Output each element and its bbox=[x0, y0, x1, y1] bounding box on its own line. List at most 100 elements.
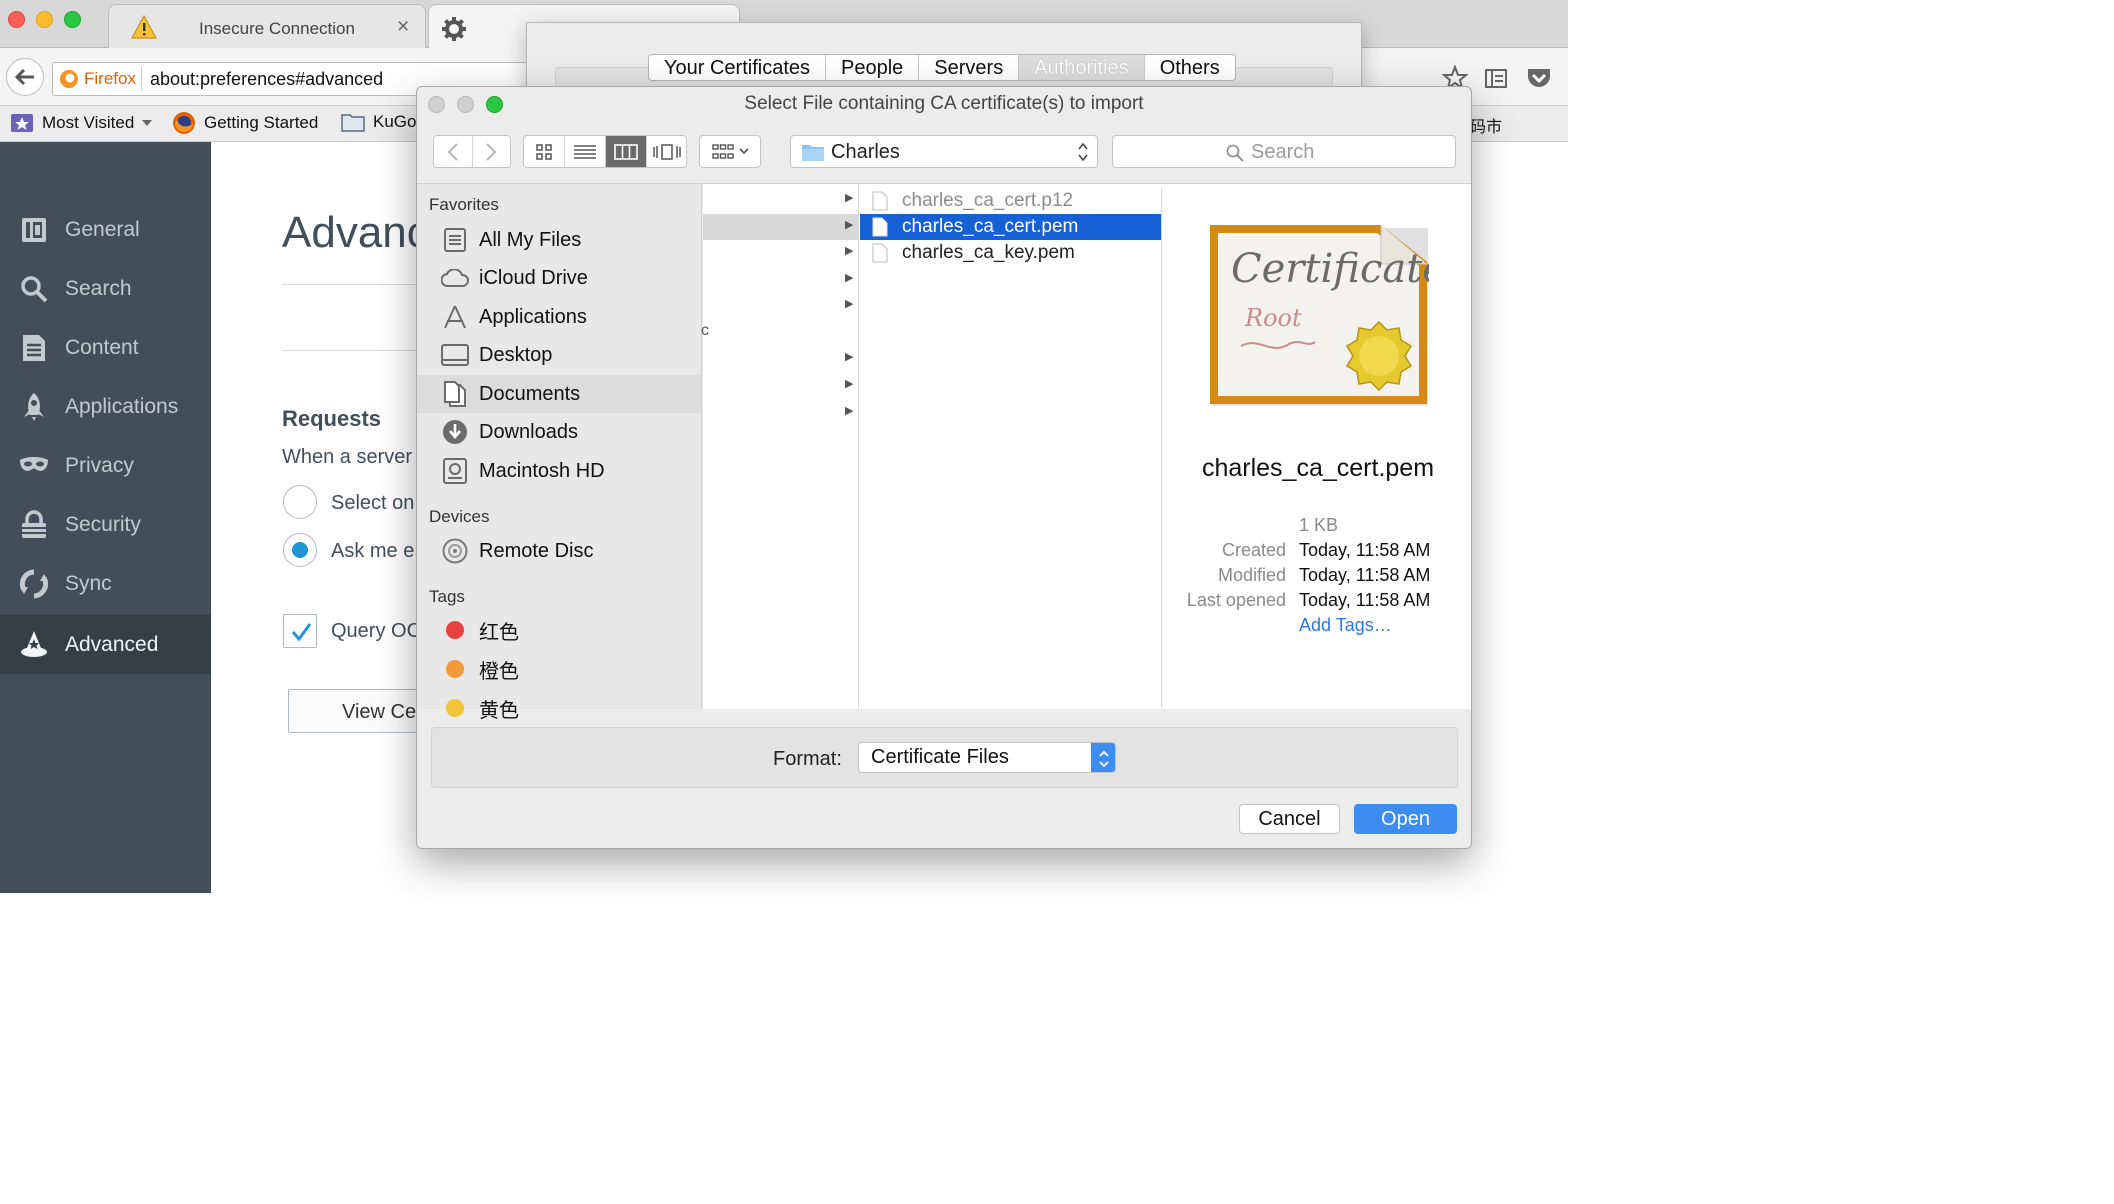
firefox-logo-icon bbox=[173, 112, 195, 134]
file-row[interactable]: charles_ca_key.pem bbox=[860, 240, 1161, 266]
bookmark-overflow-label[interactable]: 码市 bbox=[1470, 113, 1502, 137]
desktop-icon bbox=[441, 344, 469, 366]
bookmark-folder-kugo[interactable]: KuGo bbox=[341, 112, 416, 132]
chevron-left-icon bbox=[447, 142, 458, 161]
sidebar-item-privacy[interactable]: Privacy bbox=[0, 436, 211, 495]
cancel-button[interactable]: Cancel bbox=[1239, 804, 1340, 834]
format-select[interactable]: Certificate Files bbox=[858, 742, 1116, 773]
format-label: Format: bbox=[773, 748, 842, 770]
location-popup[interactable]: Charles bbox=[790, 135, 1098, 168]
content-icon bbox=[23, 334, 45, 361]
parent-column[interactable]: c ▶ ▶ ▶ ▶ ▶ ▶ ▶ ▶ bbox=[701, 184, 859, 710]
sidebar-tag-red[interactable]: 红色 bbox=[417, 611, 701, 649]
sync-icon bbox=[19, 569, 49, 598]
dialog-title: Select File containing CA certificate(s)… bbox=[744, 93, 1144, 114]
bookmark-getting-started[interactable]: Getting Started bbox=[172, 111, 318, 135]
sidebar-item-applications[interactable]: Applications bbox=[417, 298, 701, 336]
radio-select-automatically[interactable] bbox=[283, 485, 317, 519]
sidebar-item-label: Macintosh HD bbox=[479, 459, 605, 482]
sidebar-item-sync[interactable]: Sync bbox=[0, 554, 211, 613]
general-icon bbox=[22, 217, 46, 242]
arrange-menu-button[interactable] bbox=[699, 135, 761, 168]
charles-folder-column: charles_ca_cert.p12 charles_ca_cert.pem … bbox=[860, 188, 1162, 708]
sidebar-item-remote-disc[interactable]: Remote Disc bbox=[417, 532, 701, 570]
sidebar-item-general[interactable]: General bbox=[0, 200, 211, 259]
checkmark-icon bbox=[291, 623, 312, 642]
disclosure-arrow-icon: ▶ bbox=[845, 272, 854, 284]
grid-icon bbox=[536, 143, 552, 160]
sidebar-item-label: Sync bbox=[65, 571, 112, 595]
url-text[interactable]: about:preferences#advanced bbox=[150, 69, 383, 90]
file-row[interactable]: charles_ca_cert.p12 bbox=[860, 188, 1161, 214]
sidebar-item-search[interactable]: Search bbox=[0, 259, 211, 318]
sidebar-item-advanced[interactable]: Advanced bbox=[0, 615, 211, 674]
file-row-selected[interactable]: charles_ca_cert.pem bbox=[860, 214, 1161, 240]
column-view-button[interactable] bbox=[606, 136, 647, 167]
tab-authorities[interactable]: Authorities bbox=[1019, 55, 1145, 80]
meta-opened-value: Today, 11:58 AM bbox=[1299, 590, 1431, 610]
sidebar-item-desktop[interactable]: Desktop bbox=[417, 336, 701, 374]
format-select-stepper[interactable] bbox=[1091, 743, 1115, 772]
updown-chevron-icon bbox=[1078, 142, 1088, 162]
tab-people[interactable]: People bbox=[826, 55, 920, 80]
file-name: charles_ca_key.pem bbox=[902, 242, 1075, 263]
checkbox-query-ocsp[interactable] bbox=[283, 614, 317, 648]
coverflow-view-button[interactable] bbox=[647, 136, 686, 167]
nav-forward-button[interactable] bbox=[473, 136, 511, 167]
folder-icon bbox=[341, 114, 365, 132]
parent-selected-row[interactable] bbox=[703, 214, 859, 240]
requests-heading: Requests bbox=[282, 406, 382, 431]
meta-opened-label: Last opened bbox=[1186, 590, 1286, 610]
coverflow-icon bbox=[652, 143, 681, 160]
disclosure-arrow-icon: ▶ bbox=[845, 192, 854, 204]
checkbox-label: Query OC bbox=[331, 620, 422, 642]
sidebar-tag-yellow[interactable]: 黄色 bbox=[417, 689, 701, 727]
tab-insecure-connection[interactable]: Insecure Connection × bbox=[108, 4, 426, 48]
tab-others[interactable]: Others bbox=[1145, 55, 1235, 80]
search-field[interactable]: Search bbox=[1112, 135, 1456, 168]
tab-close-icon[interactable]: × bbox=[397, 15, 409, 39]
dialog-sidebar: Favorites All My Files iCloud Drive Appl… bbox=[417, 183, 702, 722]
sidebar-item-icloud-drive[interactable]: iCloud Drive bbox=[417, 259, 701, 297]
sidebar-item-label: Remote Disc bbox=[479, 539, 594, 562]
back-button[interactable] bbox=[6, 58, 44, 96]
tags-heading: Tags bbox=[429, 587, 465, 606]
sidebar-item-downloads[interactable]: Downloads bbox=[417, 413, 701, 451]
sidebar-item-applications[interactable]: Applications bbox=[0, 377, 211, 436]
sidebar-item-security[interactable]: Security bbox=[0, 495, 211, 554]
sidebar-item-label: Advanced bbox=[65, 632, 159, 656]
preview-size: 1 KB bbox=[1299, 515, 1339, 535]
sidebar-item-label: Privacy bbox=[65, 453, 134, 477]
bookmarks-menu-icon[interactable] bbox=[1484, 67, 1508, 89]
sidebar-item-macintosh-hd[interactable]: Macintosh HD bbox=[417, 452, 701, 490]
sidebar-item-label: Documents bbox=[479, 382, 581, 405]
disclosure-arrow-icon: ▶ bbox=[845, 351, 854, 363]
sidebar-item-content[interactable]: Content bbox=[0, 318, 211, 377]
pocket-icon[interactable] bbox=[1526, 66, 1552, 90]
zoom-window-button[interactable] bbox=[64, 11, 81, 28]
search-icon bbox=[1226, 144, 1244, 162]
tab-your-certificates[interactable]: Your Certificates bbox=[649, 55, 826, 80]
open-button[interactable]: Open bbox=[1354, 804, 1457, 834]
bookmark-label: Most Visited bbox=[42, 113, 135, 132]
add-tags-link[interactable]: Add Tags… bbox=[1299, 615, 1392, 636]
sidebar-item-label: iCloud Drive bbox=[479, 266, 588, 289]
tab-servers[interactable]: Servers bbox=[919, 55, 1020, 80]
bookmark-label: Getting Started bbox=[204, 113, 319, 132]
close-window-button[interactable] bbox=[8, 11, 25, 28]
sidebar-tag-orange[interactable]: 橙色 bbox=[417, 650, 701, 688]
minimize-window-button[interactable] bbox=[36, 11, 53, 28]
bookmark-most-visited[interactable]: Most Visited bbox=[10, 112, 153, 134]
list-view-button[interactable] bbox=[565, 136, 606, 167]
icon-view-button[interactable] bbox=[524, 136, 565, 167]
sidebar-item-all-my-files[interactable]: All My Files bbox=[417, 221, 701, 259]
sidebar-item-documents[interactable]: Documents bbox=[417, 375, 701, 413]
radio-ask-me[interactable] bbox=[283, 533, 317, 567]
documents-icon bbox=[444, 381, 466, 407]
favorites-heading: Favorites bbox=[429, 195, 499, 214]
meta-modified-value: Today, 11:58 AM bbox=[1299, 565, 1431, 585]
nav-back-button[interactable] bbox=[434, 136, 473, 167]
certificate-subword: Root bbox=[1244, 304, 1302, 332]
disclosure-arrow-icon: ▶ bbox=[845, 219, 854, 231]
warning-icon bbox=[131, 15, 157, 39]
